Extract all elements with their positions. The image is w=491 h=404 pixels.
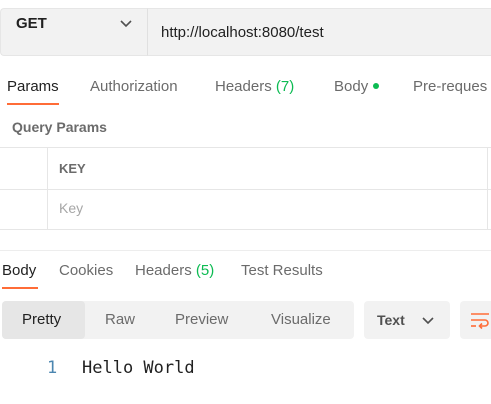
method-label: GET bbox=[16, 15, 47, 32]
query-params-title: Query Params bbox=[12, 119, 107, 135]
key-input[interactable]: Key bbox=[59, 200, 83, 216]
url-input[interactable]: http://localhost:8080/test bbox=[147, 8, 491, 56]
response-tab-headers-label: Headers bbox=[135, 262, 192, 279]
tab-body-label: Body bbox=[334, 78, 369, 95]
table-divider bbox=[0, 147, 491, 148]
table-divider bbox=[0, 229, 491, 230]
response-tab-cookies[interactable]: Cookies bbox=[59, 262, 113, 279]
active-tab-indicator bbox=[2, 287, 38, 289]
response-tab-test-results[interactable]: Test Results bbox=[241, 262, 323, 279]
format-label: Text bbox=[377, 312, 405, 328]
wrap-lines-icon bbox=[471, 313, 489, 330]
section-divider bbox=[0, 250, 491, 251]
active-tab-indicator bbox=[7, 103, 59, 105]
tab-body[interactable]: Body bbox=[334, 78, 380, 95]
chevron-down-icon bbox=[422, 317, 434, 325]
response-body-text: Hello World bbox=[82, 358, 195, 378]
table-column-divider bbox=[47, 147, 48, 229]
tab-authorization[interactable]: Authorization bbox=[90, 78, 178, 95]
url-text: http://localhost:8080/test bbox=[161, 24, 324, 41]
tab-params[interactable]: Params bbox=[7, 78, 59, 95]
view-visualize-button[interactable]: Visualize bbox=[271, 311, 331, 328]
table-column-divider bbox=[487, 147, 488, 229]
response-tab-headers[interactable]: Headers (5) bbox=[135, 262, 214, 279]
view-preview-button[interactable]: Preview bbox=[175, 311, 228, 328]
key-column-header: KEY bbox=[59, 161, 86, 176]
chevron-down-icon bbox=[120, 20, 132, 28]
view-raw-button[interactable]: Raw bbox=[105, 311, 135, 328]
tab-pre-request[interactable]: Pre-reques bbox=[413, 78, 487, 95]
table-divider bbox=[0, 189, 491, 190]
status-dot-icon bbox=[373, 83, 380, 90]
response-headers-count: (5) bbox=[195, 262, 215, 279]
response-tab-body[interactable]: Body bbox=[2, 262, 36, 279]
headers-count: (7) bbox=[275, 78, 295, 95]
tab-headers[interactable]: Headers (7) bbox=[215, 78, 294, 95]
tab-headers-label: Headers bbox=[215, 78, 272, 95]
view-pretty-button[interactable]: Pretty bbox=[22, 311, 61, 328]
line-number: 1 bbox=[47, 358, 58, 378]
